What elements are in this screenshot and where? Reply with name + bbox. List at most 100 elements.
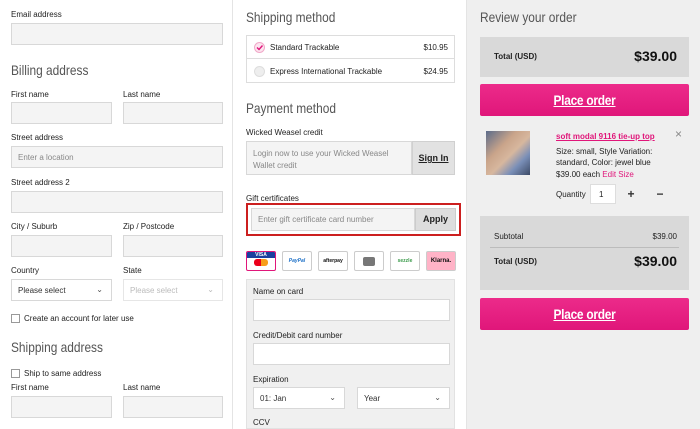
place-order-label: Place order: [553, 92, 616, 108]
create-account-checkbox[interactable]: [11, 314, 20, 323]
street2-label: Street address 2: [11, 178, 70, 187]
quantity-input[interactable]: 1: [590, 184, 616, 204]
card-number-field[interactable]: [253, 343, 450, 365]
shipping-options: Standard Trackable $10.95 Express Intern…: [246, 35, 455, 83]
billing-title: Billing address: [11, 62, 89, 78]
place-order-button-bottom[interactable]: Place order: [480, 298, 689, 330]
radio-selected-icon: [254, 42, 265, 53]
summary-box: Subtotal $39.00 Total (USD) $39.00: [480, 216, 689, 290]
wallet-icon: [363, 257, 375, 266]
quantity-label: Quantity: [556, 190, 586, 199]
shipping-option-price: $24.95: [423, 67, 448, 76]
radio-empty-icon: [254, 66, 265, 77]
subtotal-value: $39.00: [652, 232, 677, 241]
klarna-option[interactable]: Klarna.: [426, 251, 456, 271]
shipping-last-name-label: Last name: [123, 383, 161, 392]
chevron-down-icon: ⌄: [207, 285, 214, 294]
state-select[interactable]: Please select ⌄: [123, 279, 223, 301]
create-account-label: Create an account for later use: [24, 314, 134, 323]
quantity-decrease-button[interactable]: −: [648, 184, 672, 204]
country-value: Please select: [18, 286, 66, 295]
subtotal-label: Subtotal: [494, 232, 524, 241]
state-label: State: [123, 266, 142, 275]
street-field[interactable]: Enter a location: [11, 146, 223, 168]
chevron-down-icon: ⌄: [434, 393, 441, 402]
card-form: Name on card Credit/Debit card number Ex…: [246, 279, 455, 429]
paypal-option[interactable]: PayPal: [282, 251, 312, 271]
total2-value: $39.00: [634, 253, 677, 269]
shipping-method-title: Shipping method: [246, 9, 336, 25]
street-label: Street address: [11, 133, 64, 142]
country-select[interactable]: Please select ⌄: [11, 279, 112, 301]
credit-text: Login now to use your Wicked Weasel Wall…: [253, 149, 389, 170]
product-variation-line: standard, Color: jewel blue: [556, 158, 651, 167]
expiration-year-select[interactable]: Year ⌄: [357, 387, 450, 409]
expiration-label: Expiration: [253, 375, 289, 384]
ccv-label: CCV: [253, 418, 270, 427]
quantity-value: 1: [599, 190, 604, 199]
wallet-option[interactable]: [354, 251, 384, 271]
shipping-option-price: $10.95: [423, 43, 448, 52]
shipping-option-standard[interactable]: Standard Trackable $10.95: [247, 36, 454, 59]
payment-column: Shipping method Standard Trackable $10.9…: [233, 0, 467, 429]
credit-info-box: Login now to use your Wicked Weasel Wall…: [246, 141, 412, 175]
place-order-label: Place order: [553, 306, 616, 322]
gift-placeholder: Enter gift certificate card number: [258, 215, 374, 224]
zip-label: Zip / Postcode: [123, 222, 175, 231]
product-size-line: Size: small, Style Variation:: [556, 147, 653, 156]
email-field[interactable]: [11, 23, 223, 45]
country-label: Country: [11, 266, 40, 275]
total-box: Total (USD) $39.00: [480, 37, 689, 77]
sign-in-button[interactable]: Sign In: [412, 141, 455, 175]
sezzle-option[interactable]: sezzle: [390, 251, 420, 271]
apply-button[interactable]: Apply: [415, 208, 456, 231]
place-order-button[interactable]: Place order: [480, 84, 689, 116]
shipping-address-title: Shipping address: [11, 339, 103, 355]
billing-last-name-field[interactable]: [123, 102, 223, 124]
gift-label: Gift certificates: [246, 194, 299, 203]
credit-label: Wicked Weasel credit: [246, 128, 323, 137]
total-label: Total (USD): [494, 52, 537, 61]
afterpay-option[interactable]: afterpay: [318, 251, 348, 271]
billing-last-name-label: Last name: [123, 90, 161, 99]
city-field[interactable]: [11, 235, 112, 257]
visa-logo: VISA: [247, 252, 275, 258]
zip-field[interactable]: [123, 235, 223, 257]
shipping-last-name-field[interactable]: [123, 396, 223, 418]
address-column: Email address Billing address First name…: [0, 0, 233, 429]
same-address-checkbox[interactable]: [11, 369, 20, 378]
total2-label: Total (USD): [494, 257, 537, 266]
remove-item-close-icon[interactable]: ×: [675, 127, 682, 141]
name-on-card-label: Name on card: [253, 287, 304, 296]
shipping-first-name-field[interactable]: [11, 396, 112, 418]
city-label: City / Suburb: [11, 222, 58, 231]
order-review-column: Review your order Total (USD) $39.00 Pla…: [467, 0, 700, 429]
product-name-link[interactable]: soft modal 9116 tie-up top: [556, 132, 655, 141]
billing-first-name-label: First name: [11, 90, 49, 99]
email-label: Email address: [11, 10, 62, 19]
summary-divider: [490, 247, 679, 248]
chevron-down-icon: ⌄: [96, 285, 103, 294]
product-price-each: $39.00 each: [556, 170, 601, 179]
street2-field[interactable]: [11, 191, 223, 213]
card-number-label: Credit/Debit card number: [253, 331, 343, 340]
product-thumbnail: [486, 131, 530, 175]
year-value: Year: [364, 394, 381, 403]
gift-card-field[interactable]: Enter gift certificate card number: [251, 208, 415, 231]
expiration-month-select[interactable]: 01: Jan ⌄: [253, 387, 345, 409]
shipping-option-label: Standard Trackable: [270, 43, 340, 52]
product-price-line: $39.00 each Edit Size: [556, 170, 634, 179]
edit-size-link[interactable]: Edit Size: [602, 170, 634, 179]
quantity-increase-button[interactable]: +: [619, 184, 643, 204]
mastercard-logo: [254, 259, 268, 266]
shipping-option-express[interactable]: Express International Trackable $24.95: [247, 60, 454, 83]
payment-card-option[interactable]: VISA: [246, 251, 276, 271]
billing-first-name-field[interactable]: [11, 102, 112, 124]
shipping-option-label: Express International Trackable: [270, 67, 383, 76]
name-on-card-field[interactable]: [253, 299, 450, 321]
month-value: 01: Jan: [260, 394, 287, 403]
shipping-first-name-label: First name: [11, 383, 49, 392]
total-value: $39.00: [634, 48, 677, 64]
same-address-label: Ship to same address: [24, 369, 102, 378]
review-title: Review your order: [480, 9, 577, 25]
